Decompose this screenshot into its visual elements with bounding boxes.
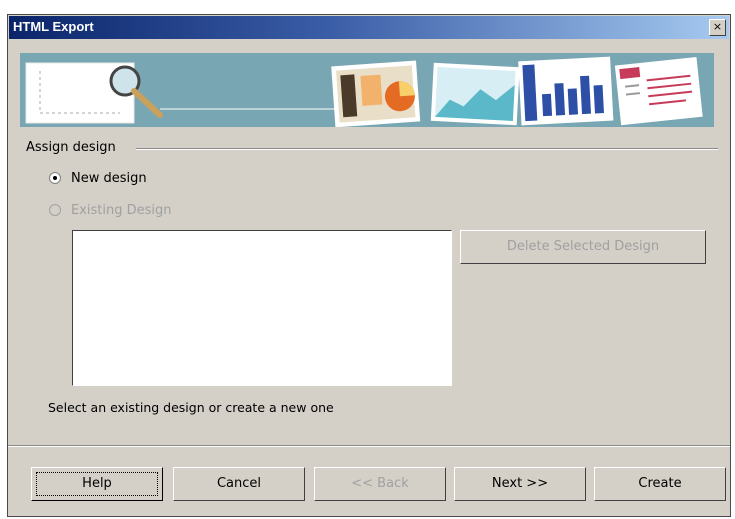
window-title: HTML Export xyxy=(13,19,94,34)
new-design-radio[interactable] xyxy=(49,172,61,184)
new-design-label: New design xyxy=(71,171,147,186)
close-icon[interactable]: × xyxy=(709,19,726,36)
assign-design-label: Assign design xyxy=(26,140,116,155)
banner-artwork xyxy=(20,53,714,127)
section-divider xyxy=(136,148,718,150)
back-button: << Back xyxy=(314,467,446,501)
create-button[interactable]: Create xyxy=(594,467,726,501)
cancel-button[interactable]: Cancel xyxy=(173,467,305,501)
design-list[interactable] xyxy=(72,230,452,386)
title-bar[interactable]: HTML Export × xyxy=(9,16,729,39)
delete-selected-design-button: Delete Selected Design xyxy=(460,230,706,264)
existing-design-radio xyxy=(49,204,61,216)
help-button[interactable]: Help xyxy=(31,467,163,501)
bottom-divider xyxy=(8,445,730,447)
existing-design-label: Existing Design xyxy=(71,203,172,218)
html-export-dialog: HTML Export × Assign design New design E… xyxy=(7,14,731,517)
hint-text: Select an existing design or create a ne… xyxy=(48,400,334,415)
header-banner xyxy=(20,53,714,127)
next-button[interactable]: Next >> xyxy=(454,467,586,501)
